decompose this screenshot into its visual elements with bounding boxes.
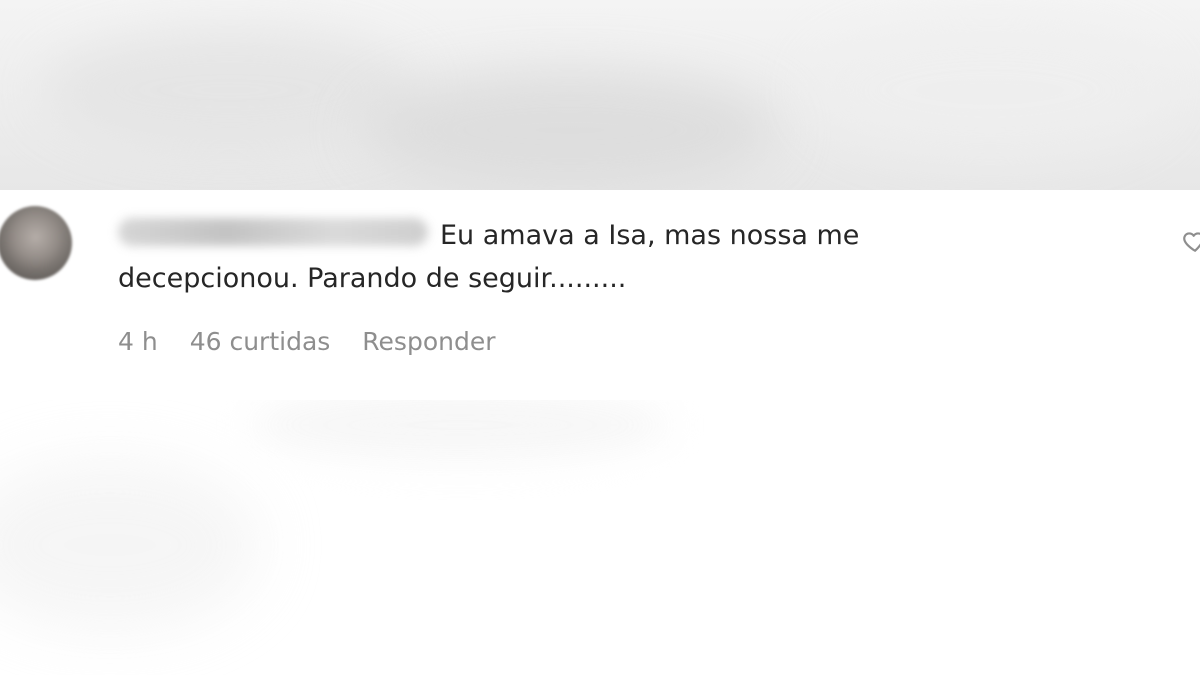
blurred-content-top [0, 0, 1200, 190]
blurred-area [810, 20, 1170, 160]
blurred-area [360, 70, 780, 190]
comment-text: Eu amava a Isa, mas nossa me decepcionou… [118, 214, 978, 390]
comment-item: Eu amava a Isa, mas nossa me decepcionou… [0, 190, 1200, 400]
blurred-content-bottom [0, 400, 1200, 675]
comment-time: 4 h [118, 326, 158, 356]
instagram-comment-screenshot: Eu amava a Isa, mas nossa me decepcionou… [0, 0, 1200, 675]
avatar[interactable] [0, 206, 72, 280]
reply-button[interactable]: Responder [362, 327, 495, 356]
comment-likes[interactable]: 46 curtidas [190, 327, 331, 356]
comment-text-line-1: Eu amava a Isa, mas nossa me [440, 220, 860, 251]
heart-icon[interactable] [1182, 228, 1200, 254]
blurred-area [250, 400, 670, 460]
comment-meta: 4 h 46 curtidas Responder [118, 323, 496, 359]
blurred-area [0, 460, 260, 630]
comment-text-line-2: decepcionou. Parando de seguir......... [118, 263, 627, 294]
